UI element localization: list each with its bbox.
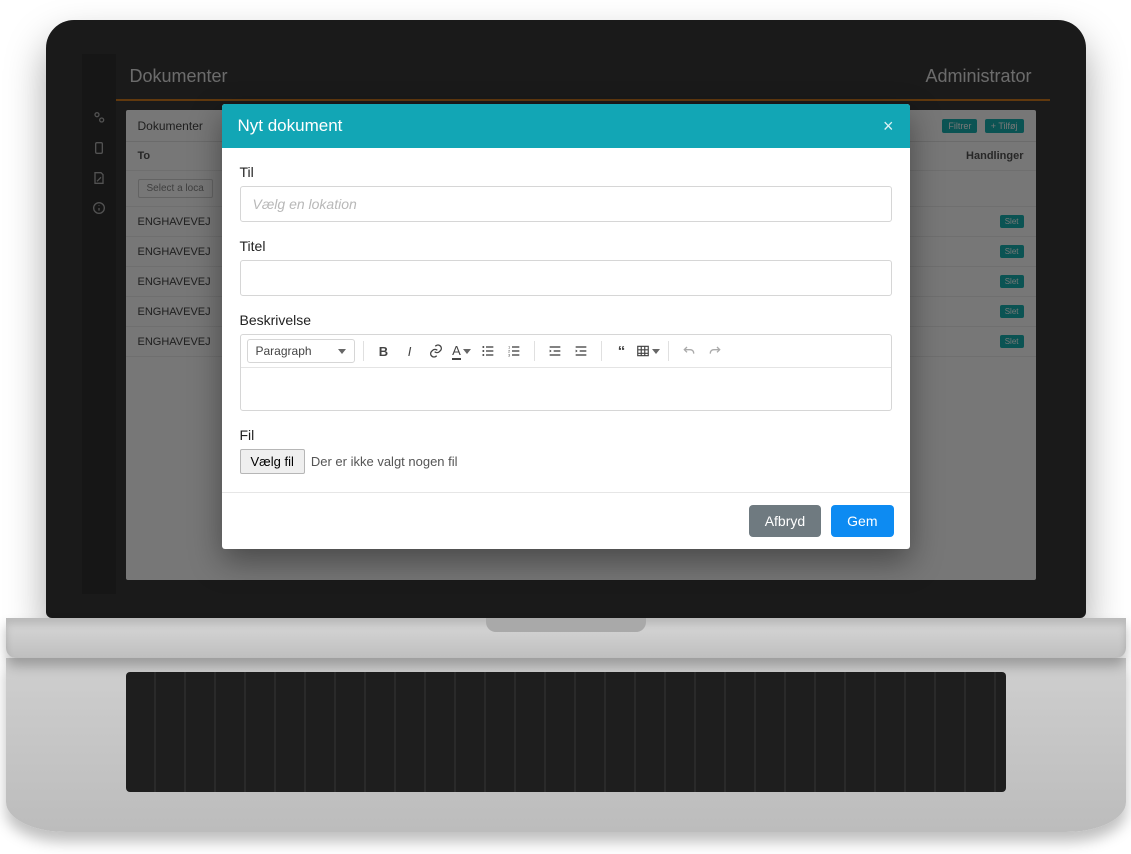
file-label: Fil (240, 427, 892, 443)
description-label: Beskrivelse (240, 312, 892, 328)
to-label: Til (240, 164, 892, 180)
editor-toolbar: Paragraph B I A (241, 335, 891, 368)
bold-icon[interactable]: B (372, 339, 396, 363)
redo-icon[interactable] (703, 339, 727, 363)
paragraph-style-select[interactable]: Paragraph (247, 339, 355, 363)
table-icon[interactable] (636, 339, 660, 363)
svg-text:3: 3 (508, 352, 511, 357)
title-input[interactable] (240, 260, 892, 296)
italic-icon[interactable]: I (398, 339, 422, 363)
cancel-button[interactable]: Afbryd (749, 505, 821, 537)
title-label: Titel (240, 238, 892, 254)
to-input[interactable] (240, 186, 892, 222)
chevron-down-icon (338, 349, 346, 354)
numbered-list-icon[interactable]: 123 (502, 339, 526, 363)
file-status-text: Der er ikke valgt nogen fil (311, 454, 458, 469)
indent-icon[interactable] (569, 339, 593, 363)
modal-title: Nyt dokument (238, 116, 343, 136)
text-color-icon[interactable]: A (450, 339, 474, 363)
rich-text-editor: Paragraph B I A (240, 334, 892, 411)
outdent-icon[interactable] (543, 339, 567, 363)
undo-icon[interactable] (677, 339, 701, 363)
new-document-modal: Nyt dokument × Til Titel Beskrivelse Par… (222, 104, 910, 549)
close-icon[interactable]: × (883, 117, 894, 135)
editor-textarea[interactable] (241, 368, 891, 410)
blockquote-icon[interactable]: “ (610, 339, 634, 363)
save-button[interactable]: Gem (831, 505, 893, 537)
laptop-keyboard (126, 672, 1006, 792)
link-icon[interactable] (424, 339, 448, 363)
bullet-list-icon[interactable] (476, 339, 500, 363)
choose-file-button[interactable]: Vælg fil (240, 449, 305, 474)
